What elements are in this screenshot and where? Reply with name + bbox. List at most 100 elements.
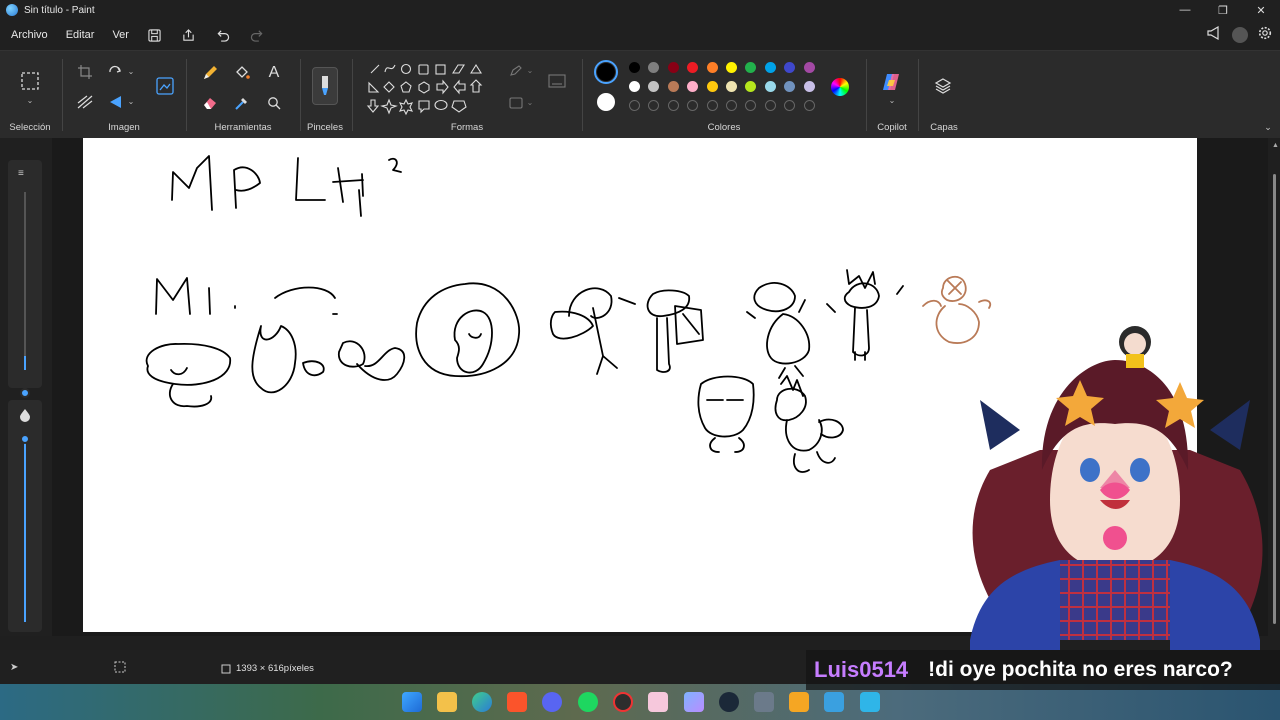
custom-color-slot[interactable] (706, 100, 718, 111)
custom-color-slot[interactable] (687, 100, 699, 111)
color-swatch[interactable] (667, 62, 679, 73)
undo-icon[interactable] (206, 20, 240, 50)
vtuber-avatar (970, 326, 1263, 650)
window-title: Sin título - Paint (24, 4, 95, 16)
group-label-herramientas: Herramientas (214, 122, 272, 133)
color-swatch[interactable] (648, 81, 660, 92)
color-swatch[interactable] (667, 81, 679, 92)
size-slider-thumb[interactable] (20, 388, 30, 398)
opacity-slider-thumb[interactable] (20, 434, 30, 444)
spotify-icon[interactable] (578, 692, 598, 712)
background-removal-icon[interactable] (76, 93, 94, 111)
select-dropdown-chevron-icon[interactable]: ⌄ (24, 95, 36, 105)
image-select-icon[interactable] (154, 75, 176, 97)
calculator-icon[interactable] (754, 692, 774, 712)
group-pinceles: Pinceles (302, 51, 348, 139)
share-icon[interactable] (172, 20, 206, 50)
menu-editar[interactable]: Editar (57, 20, 104, 50)
discord-icon[interactable] (542, 692, 562, 712)
custom-color-slot[interactable] (745, 100, 757, 111)
primary-color-swatch[interactable] (594, 60, 618, 84)
color-swatch[interactable] (764, 62, 776, 73)
edit-colors-icon[interactable] (830, 77, 850, 97)
file-explorer-icon[interactable] (437, 692, 457, 712)
color-swatch[interactable] (629, 62, 640, 73)
color-swatch[interactable] (706, 62, 718, 73)
outline-chevron-icon[interactable]: ⌄ (526, 64, 534, 76)
color-swatch[interactable] (706, 81, 718, 92)
color-swatch[interactable] (745, 62, 757, 73)
custom-color-slot[interactable] (648, 100, 660, 111)
app-blue-icon[interactable] (824, 692, 844, 712)
settings-gear-icon[interactable] (1258, 26, 1272, 45)
capcut-icon[interactable] (860, 692, 880, 712)
custom-color-slot[interactable] (629, 100, 640, 111)
custom-color-slot[interactable] (784, 100, 796, 111)
color-swatch[interactable] (764, 81, 776, 92)
cursor-position-icon: ➤ (10, 662, 19, 673)
redo-icon[interactable] (240, 20, 274, 50)
shapes-gallery[interactable] (362, 59, 492, 121)
brush-icon[interactable] (312, 67, 338, 105)
custom-color-slot[interactable] (803, 100, 815, 111)
eraser-icon[interactable] (200, 93, 220, 113)
app-taskbar-icon[interactable] (684, 692, 704, 712)
copilot-chevron-icon[interactable]: ⌄ (887, 95, 897, 105)
color-swatch[interactable] (629, 81, 640, 92)
shape-style-icon[interactable] (506, 95, 526, 111)
megaphone-icon[interactable] (1206, 25, 1222, 45)
close-button[interactable]: ✕ (1242, 0, 1280, 20)
app-orange-icon[interactable] (789, 692, 809, 712)
color-swatch[interactable] (784, 62, 796, 73)
color-swatch[interactable] (687, 62, 699, 73)
color-swatch[interactable] (803, 81, 815, 92)
layers-icon[interactable] (932, 75, 954, 97)
flip-chevron-icon[interactable]: ⌄ (126, 95, 136, 107)
group-label-copilot: Copilot (877, 122, 907, 133)
group-colores: Colores (584, 51, 864, 139)
color-swatch[interactable] (745, 81, 757, 92)
fill-bucket-icon[interactable] (232, 63, 252, 83)
shape-fill-icon[interactable] (546, 71, 568, 91)
size-slider-track[interactable] (24, 192, 26, 370)
color-swatch[interactable] (687, 81, 699, 92)
brave-browser-icon[interactable] (507, 692, 527, 712)
custom-color-slot[interactable] (726, 100, 737, 111)
canvas-size-icon (221, 661, 231, 679)
secondary-color-swatch[interactable] (597, 93, 615, 111)
shape-outline-icon[interactable] (506, 63, 526, 79)
text-tool-icon[interactable]: A (264, 63, 284, 83)
edge-browser-icon[interactable] (472, 692, 492, 712)
obs-icon[interactable] (613, 692, 633, 712)
opacity-slider-box (8, 400, 42, 632)
color-swatch[interactable] (726, 81, 737, 92)
menu-ver[interactable]: Ver (103, 20, 138, 50)
magnifier-icon[interactable] (264, 93, 284, 113)
color-swatch[interactable] (726, 62, 737, 73)
paint-taskbar-icon[interactable] (648, 692, 668, 712)
windows-start-icon[interactable] (402, 692, 422, 712)
ribbon: ⌄ Selección ⌄ ⌄ Imagen A Herramientas Pi… (0, 50, 1280, 138)
copilot-icon[interactable] (880, 71, 902, 93)
opacity-slider-track[interactable] (24, 438, 26, 622)
menu-archivo[interactable]: Archivo (0, 20, 57, 50)
crop-icon[interactable] (76, 63, 94, 81)
steam-icon[interactable] (719, 692, 739, 712)
color-picker-icon[interactable] (232, 93, 252, 113)
color-swatch[interactable] (803, 62, 815, 73)
minimize-button[interactable]: — (1166, 0, 1204, 20)
pencil-icon[interactable] (200, 63, 220, 83)
select-rectangle-icon[interactable] (18, 69, 42, 93)
color-swatch[interactable] (784, 81, 796, 92)
resize-chevron-icon[interactable]: ⌄ (126, 65, 136, 77)
custom-color-slot[interactable] (667, 100, 679, 111)
account-avatar[interactable] (1232, 27, 1248, 43)
maximize-button[interactable]: ❐ (1204, 0, 1242, 20)
color-swatch[interactable] (648, 62, 660, 73)
custom-color-slot[interactable] (764, 100, 776, 111)
ribbon-collapse-chevron-icon[interactable]: ⌄ (1262, 121, 1274, 133)
flip-icon[interactable] (106, 93, 124, 111)
style-chevron-icon[interactable]: ⌄ (526, 96, 534, 108)
resize-icon[interactable] (106, 63, 124, 81)
save-icon[interactable] (138, 20, 172, 50)
